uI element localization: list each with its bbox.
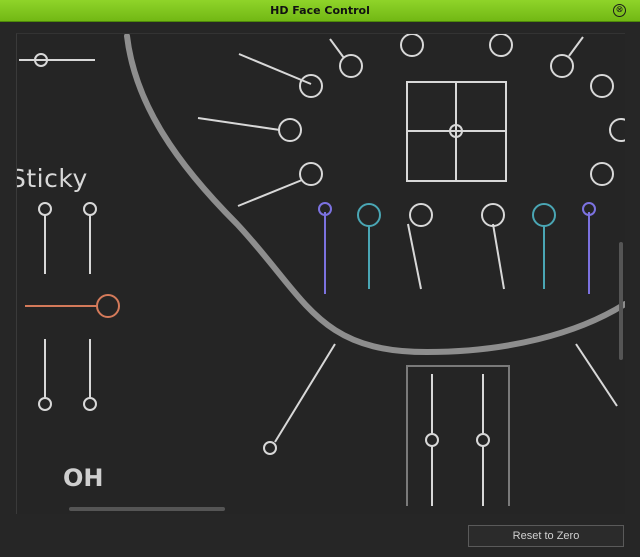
sticky-slider-left-handle[interactable] <box>38 202 52 216</box>
sticky-label: Sticky <box>16 164 88 193</box>
control-handle[interactable] <box>409 203 433 227</box>
jaw-handle-left[interactable] <box>263 441 277 455</box>
control-handle[interactable] <box>489 34 513 57</box>
control-handle[interactable] <box>339 54 363 78</box>
control-handle[interactable] <box>550 54 574 78</box>
jaw-spoke-right <box>575 343 618 407</box>
teal-slider-left-handle[interactable] <box>357 203 381 227</box>
control-spoke <box>407 223 422 290</box>
window-title: HD Face Control <box>270 4 370 17</box>
title-bar: HD Face Control ⊗ <box>0 0 640 22</box>
vertical-scrollbar[interactable] <box>619 242 623 360</box>
control-spoke <box>492 223 505 290</box>
teal-slider-right-handle[interactable] <box>532 203 556 227</box>
control-spoke <box>237 179 303 207</box>
control-handle[interactable] <box>590 162 614 186</box>
mouth-shape-label: OH <box>63 464 104 492</box>
control-handle[interactable] <box>278 118 302 142</box>
control-handle[interactable] <box>590 74 614 98</box>
face-control-canvas: Sticky OH <box>16 33 625 514</box>
control-spoke <box>568 36 584 57</box>
lip-slider-left-handle[interactable] <box>38 397 52 411</box>
control-spoke <box>197 117 281 131</box>
face-control-graphic <box>19 34 625 506</box>
lip-slider-right-handle[interactable] <box>83 397 97 411</box>
control-handle[interactable] <box>299 162 323 186</box>
sticky-slider-right-handle[interactable] <box>83 202 97 216</box>
tongue-box <box>406 365 510 506</box>
control-spoke <box>238 53 312 85</box>
tongue-slider-left-handle[interactable] <box>425 433 439 447</box>
control-handle[interactable] <box>481 203 505 227</box>
orange-slider-handle[interactable] <box>96 294 120 318</box>
jaw-spoke-left <box>274 343 336 443</box>
control-spoke <box>329 38 345 59</box>
control-handle[interactable] <box>609 118 625 142</box>
control-handle[interactable] <box>299 74 323 98</box>
horizontal-scrollbar[interactable] <box>69 507 225 511</box>
tongue-slider-right-handle[interactable] <box>476 433 490 447</box>
close-icon[interactable]: ⊗ <box>613 4 626 17</box>
reset-to-zero-button[interactable]: Reset to Zero <box>468 525 624 547</box>
control-handle[interactable] <box>400 34 424 57</box>
face-outline <box>124 34 625 356</box>
